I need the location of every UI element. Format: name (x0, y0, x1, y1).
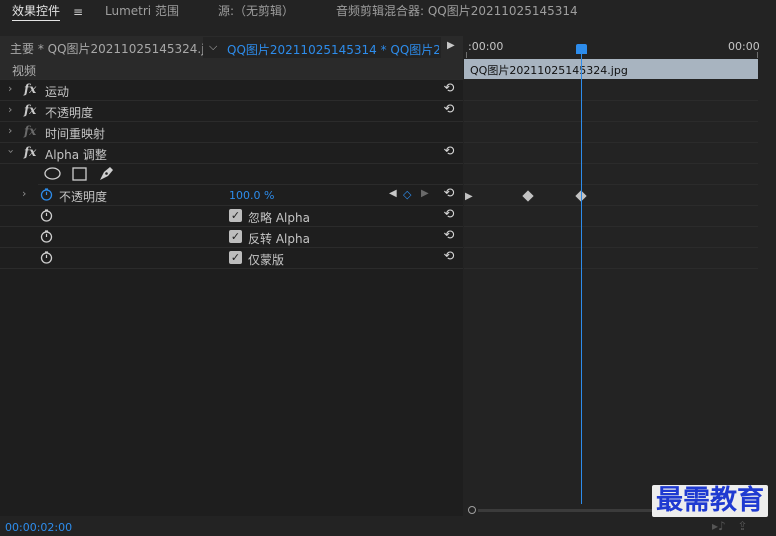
track-divider (464, 163, 758, 164)
checkbox-label: 仅蒙版 (248, 253, 285, 267)
footer-icons: ▸♪ ⇪ (712, 519, 748, 533)
collapse-caret-icon[interactable]: › (5, 149, 18, 153)
track-divider (464, 121, 758, 122)
play-icon[interactable]: ▶ (447, 40, 455, 51)
clip-bar[interactable]: QQ图片20211025145324.jpg (464, 59, 758, 79)
track-divider (464, 247, 758, 248)
keyframe-icon[interactable] (522, 190, 534, 202)
invert-alpha-checkbox[interactable]: ✓ (229, 230, 242, 243)
playhead-line[interactable] (581, 44, 582, 504)
fx-toggle-icon[interactable]: fx (24, 145, 36, 159)
clip-header: 主要 * QQ图片20211025145324.jpg ⌵ QQ图片202110… (0, 36, 463, 59)
stopwatch-icon[interactable] (40, 251, 53, 264)
expand-caret-icon[interactable]: › (8, 82, 12, 95)
effect-label: 运动 (45, 85, 70, 99)
reset-icon[interactable]: ⟲ (442, 187, 456, 201)
watermark-logo: 最需教育 (652, 485, 768, 517)
panel-menu-icon[interactable]: ≡ (73, 5, 83, 19)
opacity-value[interactable]: 100.0 % (229, 189, 274, 202)
stopwatch-icon[interactable] (40, 209, 53, 222)
fx-toggle-icon[interactable]: fx (24, 82, 36, 96)
tab-lumetri-scopes[interactable]: Lumetri 范围 (105, 3, 179, 21)
effect-row-opacity[interactable]: › fx 不透明度 ⟲ (0, 101, 463, 122)
section-label: 视频 (12, 64, 37, 78)
mask-only-checkbox[interactable]: ✓ (229, 251, 242, 264)
track-divider (464, 100, 758, 101)
effect-label: Alpha 调整 (45, 148, 107, 162)
clip-name: QQ图片20211025145324.jpg (470, 64, 628, 77)
scrollbar-track[interactable] (478, 509, 654, 512)
ignore-alpha-row: ✓ 忽略 Alpha ⟲ (0, 206, 463, 227)
sequence-clip-label[interactable]: QQ图片20211025145314 * QQ图片20... (227, 41, 439, 58)
ignore-alpha-checkbox[interactable]: ✓ (229, 209, 242, 222)
playhead-handle[interactable] (576, 44, 587, 54)
ruler-tick (466, 52, 467, 58)
ruler-tick (757, 52, 758, 58)
reset-icon[interactable]: ⟲ (442, 208, 456, 222)
effect-row-time-remap[interactable]: › fx 时间重映射 (0, 122, 463, 143)
track-divider (464, 226, 758, 227)
master-clip-label[interactable]: 主要 * QQ图片20211025145324.jpg (10, 40, 220, 57)
tab-audio-clip-mixer[interactable]: 音频剪辑混合器: QQ图片20211025145314 (336, 3, 578, 21)
reset-icon[interactable]: ⟲ (442, 82, 456, 96)
panel-tab-bar: 效果控件 ≡ Lumetri 范围 源:（无剪辑） 音频剪辑混合器: QQ图片2… (0, 0, 776, 26)
ellipse-mask-icon[interactable] (44, 167, 61, 180)
ruler-end-timecode: 00:00 (728, 40, 760, 53)
pen-mask-icon[interactable] (98, 165, 115, 182)
next-keyframe-icon[interactable]: ▶ (421, 188, 429, 199)
export-frame-icon[interactable]: ⇪ (738, 519, 748, 533)
mask-tools-row (38, 164, 463, 185)
panel-footer: 00:00:02:00 ▸♪ ⇪ (0, 516, 776, 536)
track-divider (464, 184, 758, 185)
reset-icon[interactable]: ⟲ (442, 229, 456, 243)
expand-caret-icon[interactable]: › (8, 124, 12, 137)
expand-caret-icon[interactable]: › (22, 187, 26, 200)
fx-toggle-icon[interactable]: fx (24, 103, 36, 117)
rectangle-mask-icon[interactable] (72, 167, 87, 181)
fx-toggle-icon: fx (24, 124, 37, 138)
track-divider (464, 142, 758, 143)
prev-keyframe-icon[interactable]: ◀ (389, 188, 397, 199)
effect-row-alpha-adjust[interactable]: › fx Alpha 调整 ⟲ (0, 143, 463, 164)
sequence-clip-selector[interactable]: ⌵ QQ图片20211025145314 * QQ图片20... (203, 37, 441, 58)
tab-source[interactable]: 源:（无剪辑） (218, 3, 294, 21)
invert-alpha-row: ✓ 反转 Alpha ⟲ (0, 227, 463, 248)
offscreen-keyframe-icon: ▶ (465, 191, 473, 202)
checkbox-label: 忽略 Alpha (248, 211, 310, 225)
alpha-opacity-row[interactable]: › 不透明度 100.0 % ◀ ◇ ▶ ⟲ (0, 185, 463, 206)
effect-row-motion[interactable]: › fx 运动 ⟲ (0, 80, 463, 101)
time-ruler[interactable]: :00:00 00:00 (464, 36, 776, 59)
add-keyframe-icon[interactable]: ◇ (403, 188, 411, 201)
zoom-handle[interactable] (468, 506, 476, 514)
checkbox-label: 反转 Alpha (248, 232, 310, 246)
audio-scrub-icon[interactable]: ▸♪ (712, 519, 726, 533)
tab-effect-controls[interactable]: 效果控件 (12, 3, 61, 21)
stopwatch-icon[interactable] (40, 230, 53, 243)
stopwatch-active-icon[interactable] (40, 188, 53, 201)
chevron-down-icon[interactable]: ⌵ (209, 40, 217, 54)
current-timecode[interactable]: 00:00:02:00 (5, 521, 72, 534)
reset-icon[interactable]: ⟲ (442, 250, 456, 264)
expand-caret-icon[interactable]: › (8, 103, 12, 116)
effect-label: 时间重映射 (45, 127, 106, 141)
section-header-video: 视频 (0, 59, 463, 80)
reset-icon[interactable]: ⟲ (442, 145, 456, 159)
effect-label: 不透明度 (45, 106, 94, 120)
reset-icon[interactable]: ⟲ (442, 103, 456, 117)
track-divider (464, 205, 758, 206)
effect-controls-panel: 主要 * QQ图片20211025145324.jpg ⌵ QQ图片202110… (0, 36, 463, 516)
track-divider (464, 268, 758, 269)
effect-timeline[interactable]: :00:00 00:00 QQ图片20211025145324.jpg ▶ (464, 36, 776, 516)
opacity-label: 不透明度 (59, 190, 108, 204)
mask-only-row: ✓ 仅蒙版 ⟲ (0, 248, 463, 269)
ruler-start-timecode: :00:00 (468, 40, 504, 53)
